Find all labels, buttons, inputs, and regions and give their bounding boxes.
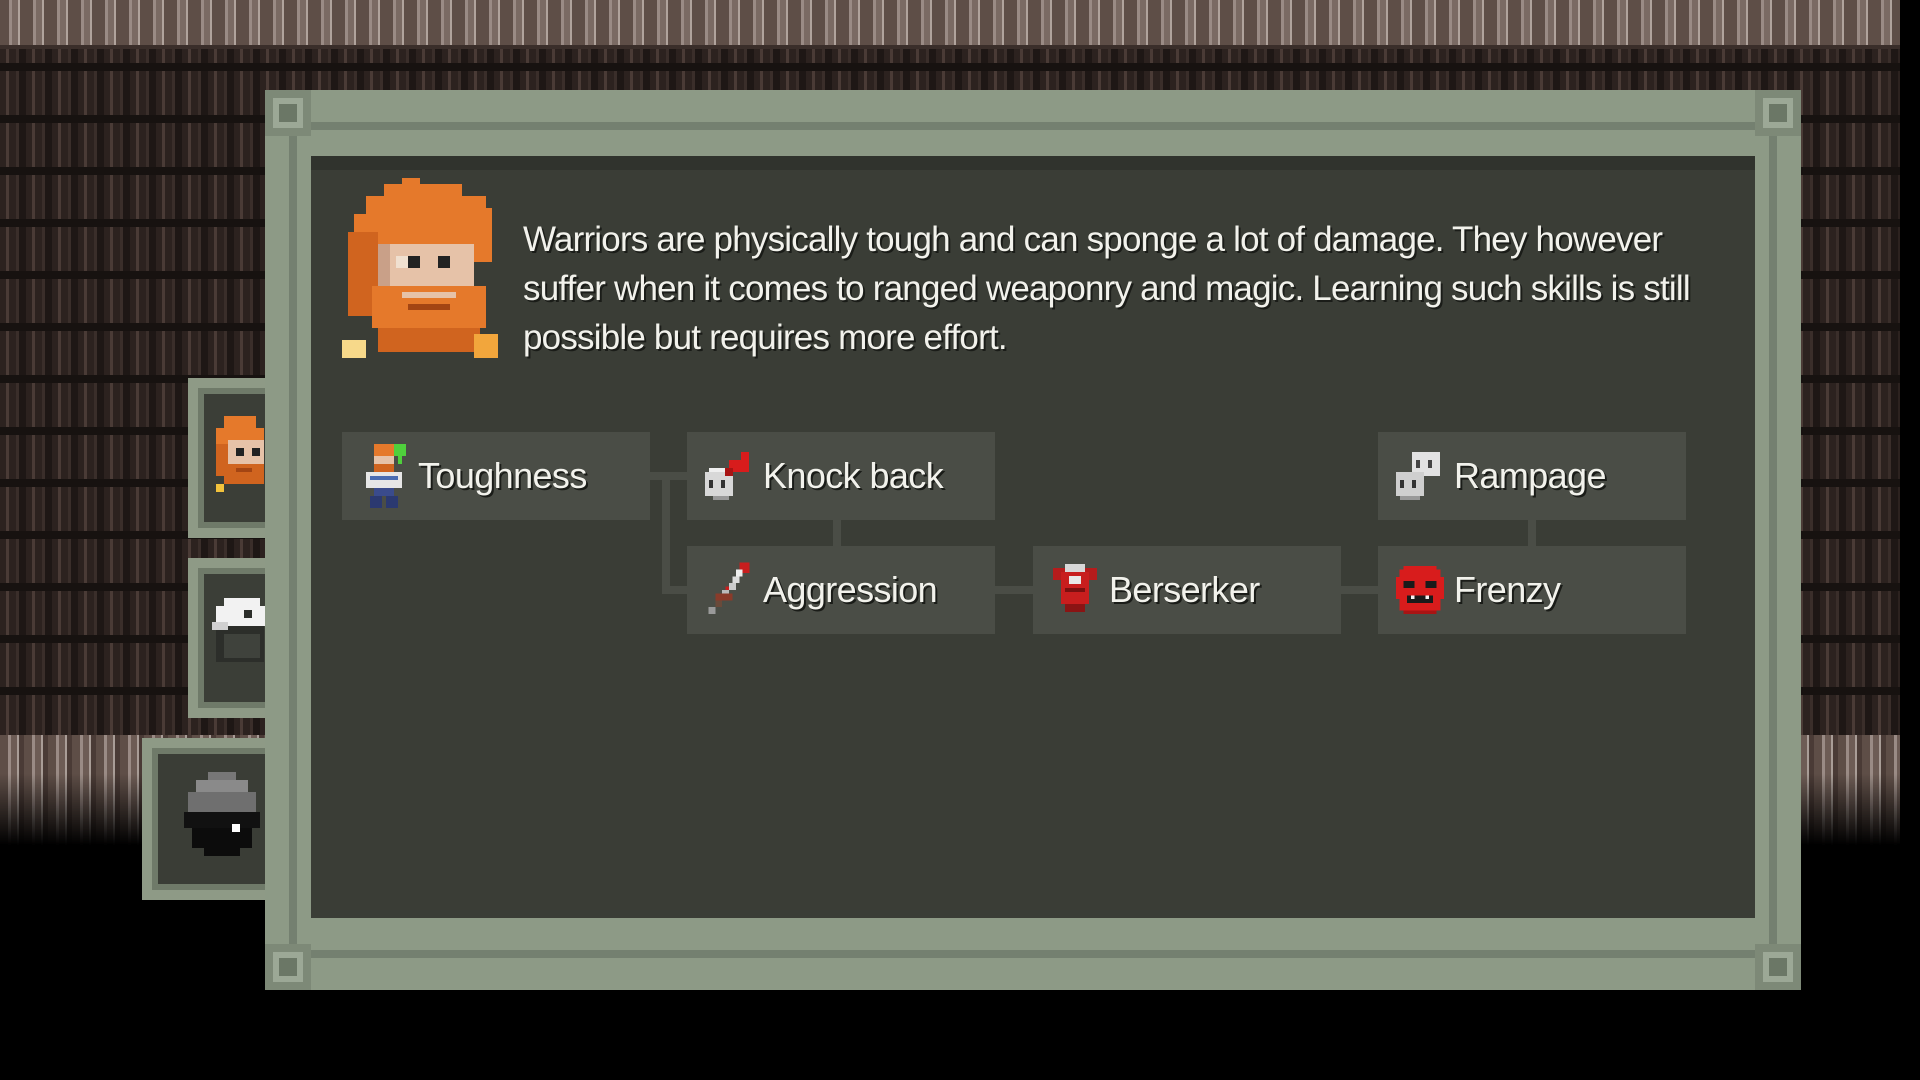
bloody-sword-icon — [705, 562, 753, 618]
rogue-hood-icon — [212, 598, 268, 662]
skill-connector — [995, 586, 1033, 594]
skill-toughness[interactable]: Toughness — [342, 432, 650, 520]
skill-label: Frenzy — [1454, 569, 1561, 610]
warrior-portrait-icon — [216, 416, 264, 492]
skill-label: Toughness — [418, 455, 587, 496]
skill-label: Aggression — [763, 569, 938, 610]
skill-connector — [662, 472, 670, 592]
skill-knock-back[interactable]: Knock back — [687, 432, 995, 520]
skill-label: Rampage — [1454, 455, 1607, 496]
skill-rampage[interactable]: Rampage — [1378, 432, 1686, 520]
panel-corner-rivet — [265, 944, 311, 990]
floor-background-right — [1790, 735, 1900, 845]
skill-aggression[interactable]: Aggression — [687, 546, 995, 634]
skill-connector — [833, 520, 841, 546]
skill-connector — [1528, 520, 1536, 546]
screen-edge — [1900, 0, 1920, 1080]
fist-arrow-icon — [705, 448, 753, 504]
skill-frenzy[interactable]: Frenzy — [1378, 546, 1686, 634]
panel-corner-rivet — [265, 90, 311, 136]
warrior-portrait-icon — [342, 178, 498, 358]
skill-label: Knock back — [763, 455, 944, 496]
double-fist-icon — [1396, 448, 1444, 504]
skill-label: Berserker — [1109, 569, 1260, 610]
skill-connector — [1341, 586, 1378, 594]
mage-hood-icon — [184, 772, 260, 856]
red-mask-icon — [1396, 562, 1444, 618]
panel-corner-rivet — [1755, 90, 1801, 136]
red-armor-icon — [1051, 562, 1099, 618]
ceiling-background — [0, 0, 1900, 49]
class-description: Warriors are physically tough and can sp… — [523, 220, 1691, 357]
skill-berserker[interactable]: Berserker — [1033, 546, 1341, 634]
warrior-figure-icon — [360, 444, 408, 508]
skill-connector — [662, 586, 687, 594]
panel-corner-rivet — [1755, 944, 1801, 990]
